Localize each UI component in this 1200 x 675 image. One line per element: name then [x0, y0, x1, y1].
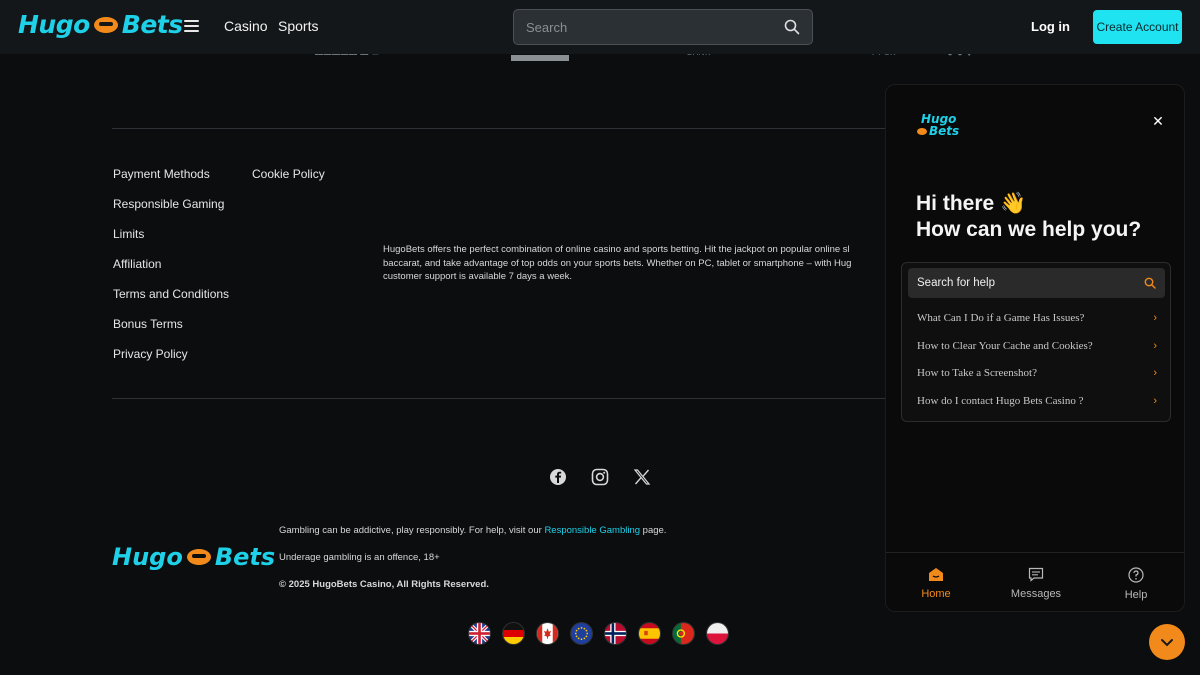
footer-link-cookie-policy[interactable]: Cookie Policy [252, 167, 325, 181]
language-flags [468, 622, 729, 645]
tab-home[interactable]: Home [886, 553, 986, 611]
tab-home-label: Home [921, 588, 951, 600]
legal-responsible-line: Gambling can be addictive, play responsi… [279, 525, 666, 536]
top-header: Hugo Bets Casino Sports Log in Create Ac… [0, 0, 1200, 54]
copyright-text: © 2025 HugoBets Casino, All Rights Reser… [279, 579, 489, 590]
logo-ball-icon [186, 549, 211, 565]
eu-flag-icon[interactable] [570, 622, 593, 645]
chevron-right-icon: › [1153, 395, 1157, 407]
home-icon [929, 568, 943, 581]
logo-text-bets: Bets [121, 10, 183, 39]
legal-text: Gambling can be addictive, play responsi… [279, 525, 542, 536]
footer-divider-bottom [112, 398, 892, 399]
about-text: HugoBets offers the perfect combination … [383, 243, 893, 284]
widget-logo-bets: Bets [929, 124, 960, 138]
search-icon[interactable] [784, 19, 800, 35]
footer-link-payment-methods[interactable]: Payment Methods [113, 167, 210, 181]
logo-ball-icon [93, 16, 118, 33]
help-widget: Hugo Bets ✕ Hi there 👋 How can we help y… [885, 84, 1185, 612]
help-article-title: How to Clear Your Cache and Cookies? [917, 340, 1093, 352]
search-icon [1144, 277, 1156, 289]
x-icon[interactable] [633, 468, 651, 486]
uk-flag-icon[interactable] [468, 622, 491, 645]
site-logo[interactable]: Hugo Bets [18, 10, 183, 39]
close-icon[interactable]: ✕ [1150, 113, 1166, 129]
footer-link-terms[interactable]: Terms and Conditions [113, 287, 229, 301]
poland-flag-icon[interactable] [706, 622, 729, 645]
messages-icon [1028, 567, 1044, 582]
create-account-button[interactable]: Create Account [1093, 10, 1182, 44]
spain-flag-icon[interactable] [638, 622, 661, 645]
legal-text: page. [642, 525, 667, 536]
help-article-item[interactable]: How do I contact Hugo Bets Casino ? › [917, 395, 1157, 407]
help-article-title: How do I contact Hugo Bets Casino ? [917, 395, 1084, 407]
help-article-item[interactable]: How to Clear Your Cache and Cookies? › [917, 340, 1157, 352]
footer-logo[interactable]: Hugo Bets [112, 543, 275, 571]
nav-casino[interactable]: Casino [224, 18, 268, 34]
widget-greeting: Hi there 👋 How can we help you? [916, 191, 1141, 243]
greeting-line-1: Hi there 👋 [916, 192, 1027, 215]
widget-tab-bar: Home Messages Help [886, 552, 1184, 611]
payment-logo-fragment-bar [511, 55, 569, 61]
about-line: customer support is available 7 days a w… [383, 271, 573, 282]
logo-text-bets: Bets [214, 543, 276, 571]
footer-divider-top [112, 128, 892, 129]
footer-link-bonus-terms[interactable]: Bonus Terms [113, 317, 183, 331]
nav-sports[interactable]: Sports [278, 18, 318, 34]
chevron-right-icon: › [1153, 367, 1157, 379]
help-article-title: What Can I Do if a Game Has Issues? [917, 312, 1085, 324]
instagram-icon[interactable] [591, 468, 609, 486]
norway-flag-icon[interactable] [604, 622, 627, 645]
chevron-right-icon: › [1153, 340, 1157, 352]
logo-text-hugo: Hugo [112, 543, 183, 571]
legal-underage-line: Underage gambling is an offence, 18+ [279, 552, 440, 563]
canada-flag-icon[interactable] [536, 622, 559, 645]
login-link[interactable]: Log in [1031, 19, 1070, 34]
tab-help-label: Help [1124, 589, 1148, 601]
help-article-item[interactable]: What Can I Do if a Game Has Issues? › [917, 312, 1157, 324]
widget-logo-bets-row: Bets [917, 125, 959, 137]
portugal-flag-icon[interactable] [672, 622, 695, 645]
about-line: baccarat, and take advantage of top odds… [383, 257, 852, 269]
search-box[interactable] [513, 9, 813, 45]
footer-link-limits[interactable]: Limits [113, 227, 144, 241]
chevron-right-icon: › [1153, 312, 1157, 324]
about-line: HugoBets offers the perfect combination … [383, 244, 850, 255]
help-icon [1128, 567, 1144, 583]
logo-ball-icon [917, 128, 927, 135]
footer-link-privacy-policy[interactable]: Privacy Policy [113, 347, 188, 361]
widget-logo: Hugo Bets [917, 113, 959, 137]
chat-toggle-button[interactable] [1149, 624, 1185, 660]
facebook-icon[interactable] [549, 468, 567, 486]
footer-link-affiliation[interactable]: Affiliation [113, 257, 161, 271]
tab-messages[interactable]: Messages [986, 553, 1086, 611]
help-article-title: How to Take a Screenshot? [917, 367, 1037, 379]
help-articles-card: Search for help What Can I Do if a Game … [901, 262, 1171, 422]
help-search-button[interactable]: Search for help [908, 268, 1165, 298]
tab-messages-label: Messages [1010, 588, 1062, 600]
help-search-label: Search for help [917, 277, 995, 289]
help-article-item[interactable]: How to Take a Screenshot? › [917, 367, 1157, 379]
tab-help[interactable]: Help [1086, 553, 1184, 611]
search-input[interactable] [526, 19, 784, 35]
greeting-line-2: How can we help you? [916, 218, 1142, 241]
logo-text-hugo: Hugo [18, 10, 90, 39]
menu-icon[interactable] [184, 20, 199, 32]
chevron-down-icon [1161, 638, 1173, 646]
responsible-gambling-link[interactable]: Responsible Gambling [544, 525, 640, 536]
footer-link-responsible-gaming[interactable]: Responsible Gaming [113, 197, 224, 211]
germany-flag-icon[interactable] [502, 622, 525, 645]
